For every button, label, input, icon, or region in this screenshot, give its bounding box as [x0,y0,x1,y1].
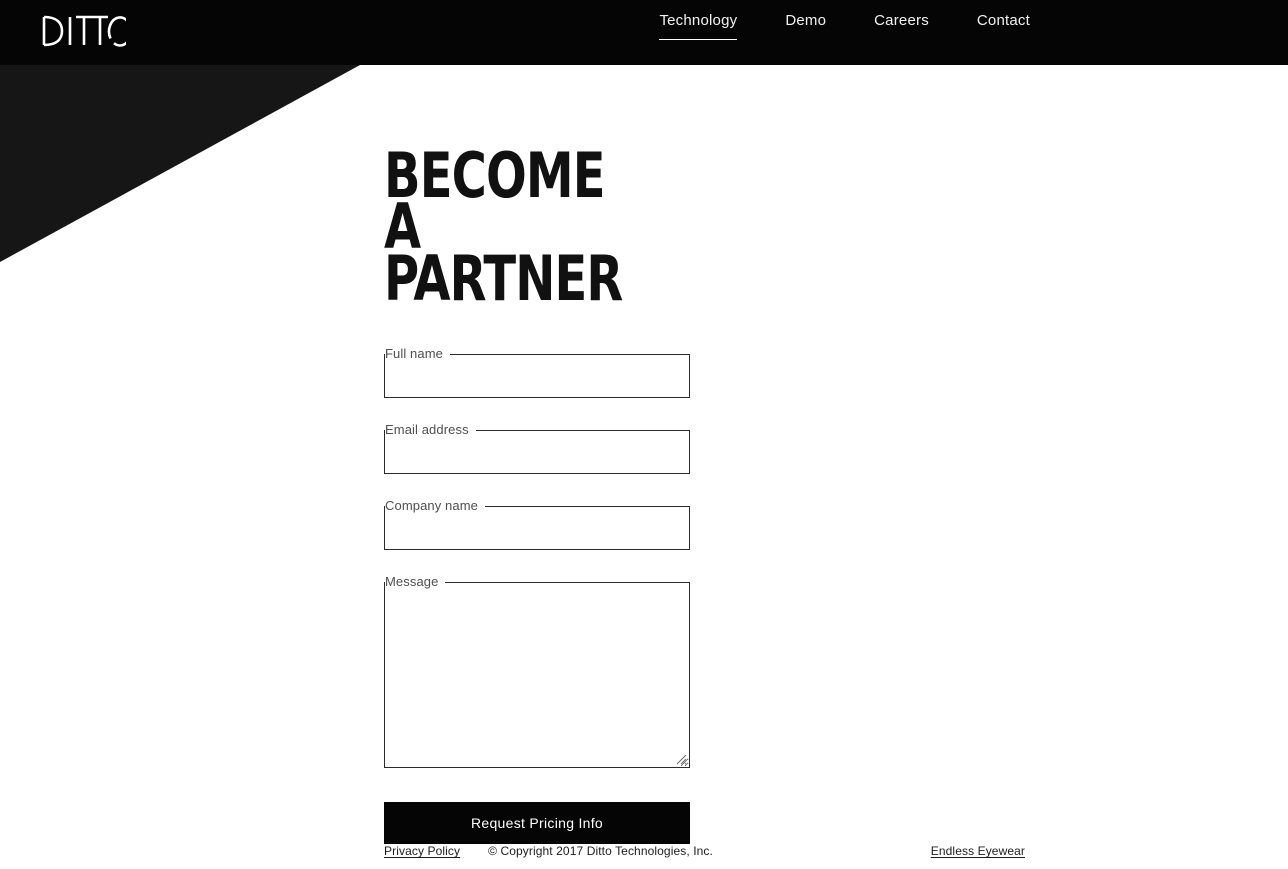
endless-eyewear-link[interactable]: Endless Eyewear [931,843,1025,859]
email-address-input[interactable] [385,437,689,474]
label-company-name: Company name [385,498,478,514]
nav-item-technology[interactable]: Technology [659,11,738,40]
site-footer: Privacy Policy © Copyright 2017 Ditto Te… [384,843,1025,859]
request-pricing-info-button[interactable]: Request Pricing Info [384,802,690,845]
field-email-address: Email address [384,422,690,475]
label-full-name: Full name [385,346,443,362]
full-name-input[interactable] [385,361,689,398]
copyright-text: © Copyright 2017 Ditto Technologies, Inc… [488,844,713,858]
nav-item-demo[interactable]: Demo [785,11,826,40]
field-company-name: Company name [384,498,690,551]
field-message: Message [384,574,690,769]
privacy-policy-link[interactable]: Privacy Policy [384,843,460,859]
site-header: Technology Demo Careers Contact [0,0,1288,65]
message-textarea[interactable] [385,589,689,768]
hero-diagonal-shape [0,65,360,265]
label-message: Message [385,574,439,590]
nav-item-careers[interactable]: Careers [874,11,929,40]
primary-navigation: Technology Demo Careers Contact [659,11,1030,40]
main-content: BECOME A PARTNER Full name Email address… [384,0,690,845]
partner-request-form: Full name Email address Company name Mes… [384,346,690,845]
nav-item-contact[interactable]: Contact [977,11,1030,40]
field-full-name: Full name [384,346,690,399]
company-name-input[interactable] [385,513,689,550]
label-email-address: Email address [385,422,469,438]
ditto-logo-icon[interactable] [40,12,126,50]
